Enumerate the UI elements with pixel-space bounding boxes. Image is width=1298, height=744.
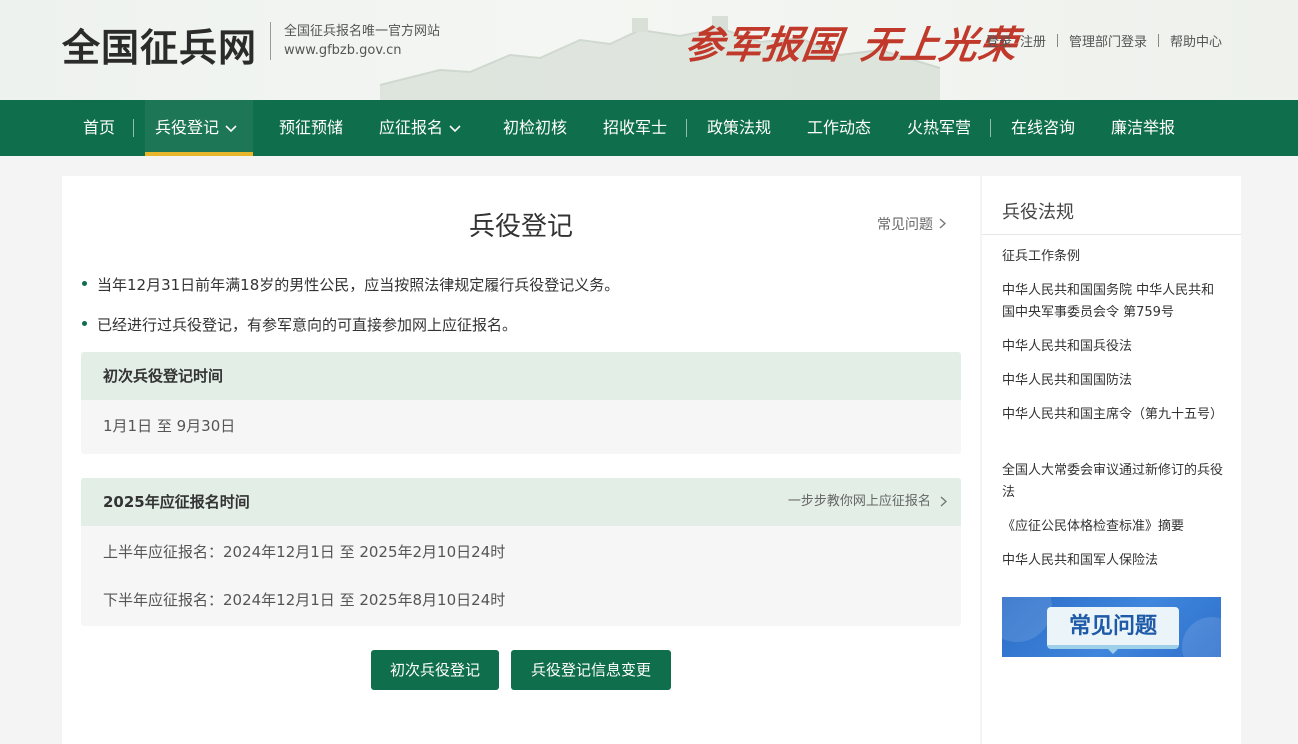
nav-item-report[interactable]: 廉洁举报 — [1111, 100, 1175, 156]
divider — [1158, 34, 1160, 47]
nav-item-application[interactable]: 应征报名 — [379, 100, 461, 156]
logo-divider — [270, 22, 271, 60]
sidebar-link[interactable]: 中华人民共和国军人保险法 — [1002, 550, 1226, 572]
nav-item-label: 兵役登记 — [155, 118, 220, 137]
card-heading: 2025年应征报名时间 — [103, 493, 250, 511]
chevron-right-icon — [940, 496, 948, 507]
nav-item-policy[interactable]: 政策法规 — [707, 100, 771, 156]
sidebar-link[interactable]: 全国人大常委会审议通过新修订的兵役法 — [1002, 460, 1226, 504]
main-panel: 兵役登记 常见问题 当年12月31日前年满18岁的男性公民，应当按照法律规定履行… — [62, 176, 980, 744]
nav-item-label: 应征报名 — [379, 118, 444, 137]
card-heading-row: 2025年应征报名时间 一步步教你网上应征报名 — [81, 478, 961, 526]
nav-item-nco-recruit[interactable]: 招收军士 — [603, 100, 667, 156]
chevron-down-icon — [225, 124, 237, 132]
nav-divider — [686, 119, 687, 137]
initial-registration-button[interactable]: 初次兵役登记 — [371, 650, 499, 690]
nav-item-barracks[interactable]: 火热军营 — [907, 100, 971, 156]
speech-pointer-icon — [1106, 647, 1120, 654]
nav-item-initial-check[interactable]: 初检初核 — [503, 100, 567, 156]
registration-period: 1月1日 至 9月30日 — [103, 417, 236, 435]
bullet-item: 当年12月31日前年满18岁的男性公民，应当按照法律规定履行兵役登记义务。 — [82, 274, 619, 295]
nav-divider — [133, 119, 134, 137]
help-center-link[interactable]: 帮助中心 — [1170, 31, 1222, 50]
registration-change-button[interactable]: 兵役登记信息变更 — [511, 650, 671, 690]
site-subtitle: 全国征兵报名唯一官方网站 — [284, 24, 441, 39]
sidebar-link[interactable]: 《应征公民体格检查标准》摘要 — [1002, 516, 1226, 538]
faq-banner-label: 常见问题 — [1047, 607, 1179, 649]
sidebar-link[interactable]: 中华人民共和国兵役法 — [1002, 336, 1226, 358]
chevron-down-icon — [449, 124, 461, 132]
slogan-part-1: 参军报国 — [682, 22, 845, 67]
site-header: 全国征兵网 全国征兵报名唯一官方网站 www.gfbzb.gov.cn 参军报国… — [0, 0, 1298, 100]
second-half-period: 下半年应征报名：2024年12月1日 至 2025年8月10日24时 — [103, 591, 506, 609]
site-logo-title[interactable]: 全国征兵网 — [62, 17, 257, 72]
application-time-card: 2025年应征报名时间 一步步教你网上应征报名 上半年应征报名：2024年12月… — [81, 478, 961, 626]
faq-link-label: 常见问题 — [877, 217, 933, 233]
bullet-item: 已经进行过兵役登记，有参军意向的可直接参加网上应征报名。 — [82, 314, 517, 335]
sidebar: 兵役法规 征兵工作条例 中华人民共和国国务院 中华人民共和国中央军事委员会令 第… — [982, 176, 1241, 744]
page-title: 兵役登记 — [468, 212, 573, 242]
application-guide-link[interactable]: 一步步教你网上应征报名 — [787, 478, 948, 526]
divider — [1057, 34, 1059, 47]
nav-item-news[interactable]: 工作动态 — [807, 100, 871, 156]
guide-link-label: 一步步教你网上应征报名 — [787, 494, 931, 509]
nav-item-registration[interactable]: 兵役登记 — [145, 100, 253, 156]
sidebar-divider — [982, 234, 1241, 235]
first-half-period: 上半年应征报名：2024年12月1日 至 2025年2月10日24时 — [103, 543, 506, 561]
login-link[interactable]: 登录 — [986, 31, 1012, 50]
faq-banner[interactable]: 常见问题 — [1002, 597, 1221, 657]
faq-link[interactable]: 常见问题 — [877, 214, 947, 234]
nav-item-home[interactable]: 首页 — [83, 100, 115, 156]
site-url: www.gfbzb.gov.cn — [284, 43, 402, 58]
top-links: 登录 注册 管理部门登录 帮助中心 — [986, 31, 1222, 50]
card-heading: 初次兵役登记时间 — [81, 352, 961, 400]
registration-time-card: 初次兵役登记时间 1月1日 至 9月30日 — [81, 352, 961, 454]
nav-item-consult[interactable]: 在线咨询 — [1011, 100, 1075, 156]
sidebar-link[interactable]: 中华人民共和国主席令（第九十五号） — [1002, 404, 1226, 426]
chevron-right-icon — [939, 218, 947, 229]
nav-divider — [990, 119, 991, 137]
sidebar-link[interactable]: 中华人民共和国国务院 中华人民共和国中央军事委员会令 第759号 — [1002, 280, 1226, 324]
register-link[interactable]: 注册 — [1020, 31, 1046, 50]
nav-item-pre-enlist[interactable]: 预征预储 — [279, 100, 343, 156]
admin-login-link[interactable]: 管理部门登录 — [1069, 31, 1147, 50]
main-nav: 首页 兵役登记 预征预储 应征报名 初检初核 招收军士 政策法规 工作动态 火热… — [0, 100, 1298, 156]
sidebar-title: 兵役法规 — [1002, 202, 1074, 223]
sidebar-link[interactable]: 征兵工作条例 — [1002, 246, 1226, 268]
sidebar-link[interactable]: 中华人民共和国国防法 — [1002, 370, 1226, 392]
